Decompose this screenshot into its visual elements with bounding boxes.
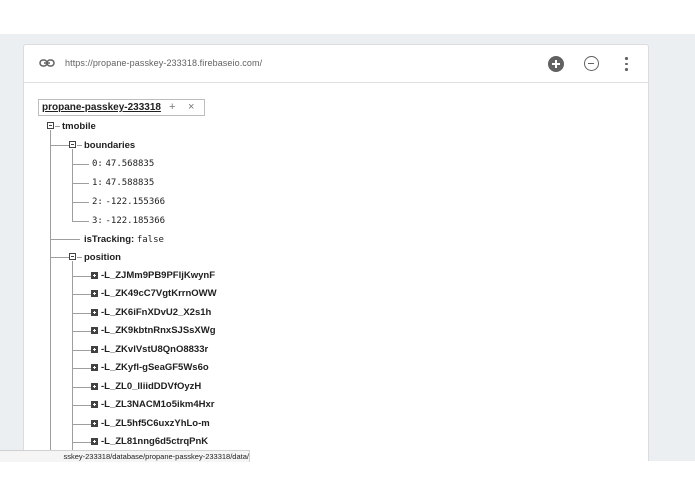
boundaries-collapse-toggle[interactable] [69,141,76,148]
tree-connector [72,368,91,369]
tree-connector [55,126,60,127]
add-circle-icon[interactable] [548,56,564,72]
tree-connector [50,145,69,146]
tmobile-collapse-toggle[interactable] [47,122,54,129]
expand-toggle[interactable] [91,309,98,316]
root-node[interactable]: propane-passkey-233318 + × [38,99,205,116]
root-close-button[interactable]: × [188,101,194,113]
expand-toggle[interactable] [91,383,98,390]
position-item[interactable]: -L_ZKyfl-gSeaGF5Ws6o [101,362,209,373]
tree-node-position[interactable]: position [84,252,121,263]
tree-connector [72,149,73,221]
tree-connector [72,261,73,461]
link-status-bar: sskey-233318/database/propane-passkey-23… [0,450,250,462]
database-url[interactable]: https://propane-passkey-233318.firebasei… [65,58,262,68]
position-collapse-toggle[interactable] [69,253,76,260]
tree-connector [72,183,89,184]
root-add-child-button[interactable]: + [169,101,175,113]
position-item[interactable]: -L_ZL3NACM1o5ikm4Hxr [101,399,215,410]
database-panel: https://propane-passkey-233318.firebasei… [23,44,649,461]
tree-connector [72,221,89,222]
expand-toggle[interactable] [91,290,98,297]
position-item[interactable]: -L_ZK6iFnXDvU2_X2s1h [101,307,211,318]
tree-connector [72,294,91,295]
position-item[interactable]: -L_ZK9kbtnRnxSJSsXWg [101,325,216,336]
tree-connector [77,257,82,258]
tree-connector [72,202,89,203]
boundary-item[interactable]: 0: 47.568835 [92,158,154,169]
url-bar: https://propane-passkey-233318.firebasei… [24,45,648,83]
remove-circle-icon[interactable] [584,56,599,71]
tree-connector [72,276,91,277]
tree-connector [72,442,91,443]
tree-node-istracking[interactable]: isTracking: false [84,234,164,245]
boundary-item[interactable]: 1: 47.588835 [92,177,154,188]
tree-connector [77,145,82,146]
position-item[interactable]: -L_ZK49cC7VgtKrrnOWW [101,288,217,299]
tree-node-boundaries[interactable]: boundaries [84,140,135,151]
boundary-item[interactable]: 2: -122.155366 [92,196,165,207]
tree-connector [72,424,91,425]
tree-connector [72,405,91,406]
position-item[interactable]: -L_ZL5hf5C6uxzYhLo-m [101,418,210,429]
tree-connector [72,331,91,332]
tree-connector [72,387,91,388]
expand-toggle[interactable] [91,272,98,279]
position-item[interactable]: -L_ZKvlVstU8QnO8833r [101,344,208,355]
tree-connector [50,239,80,240]
expand-toggle[interactable] [91,327,98,334]
expand-toggle[interactable] [91,346,98,353]
root-node-name[interactable]: propane-passkey-233318 [42,102,161,113]
expand-toggle[interactable] [91,438,98,445]
boundary-item[interactable]: 3: -122.185366 [92,215,165,226]
expand-toggle[interactable] [91,420,98,427]
tree-connector [50,130,51,460]
expand-toggle[interactable] [91,364,98,371]
position-item[interactable]: -L_ZL81nng6d5ctrqPnK [101,436,208,447]
tree-node-tmobile[interactable]: tmobile [62,121,96,132]
tree-connector [72,350,91,351]
position-item[interactable]: -L_ZL0_lliidDDVfOyzH [101,381,201,392]
tree-connector [72,313,91,314]
link-icon [39,59,55,67]
more-vert-icon[interactable] [622,56,630,72]
expand-toggle[interactable] [91,401,98,408]
tree-connector [72,164,89,165]
position-item[interactable]: -L_ZJMm9PB9PFljKwynF [101,270,215,281]
tree-connector [50,257,69,258]
